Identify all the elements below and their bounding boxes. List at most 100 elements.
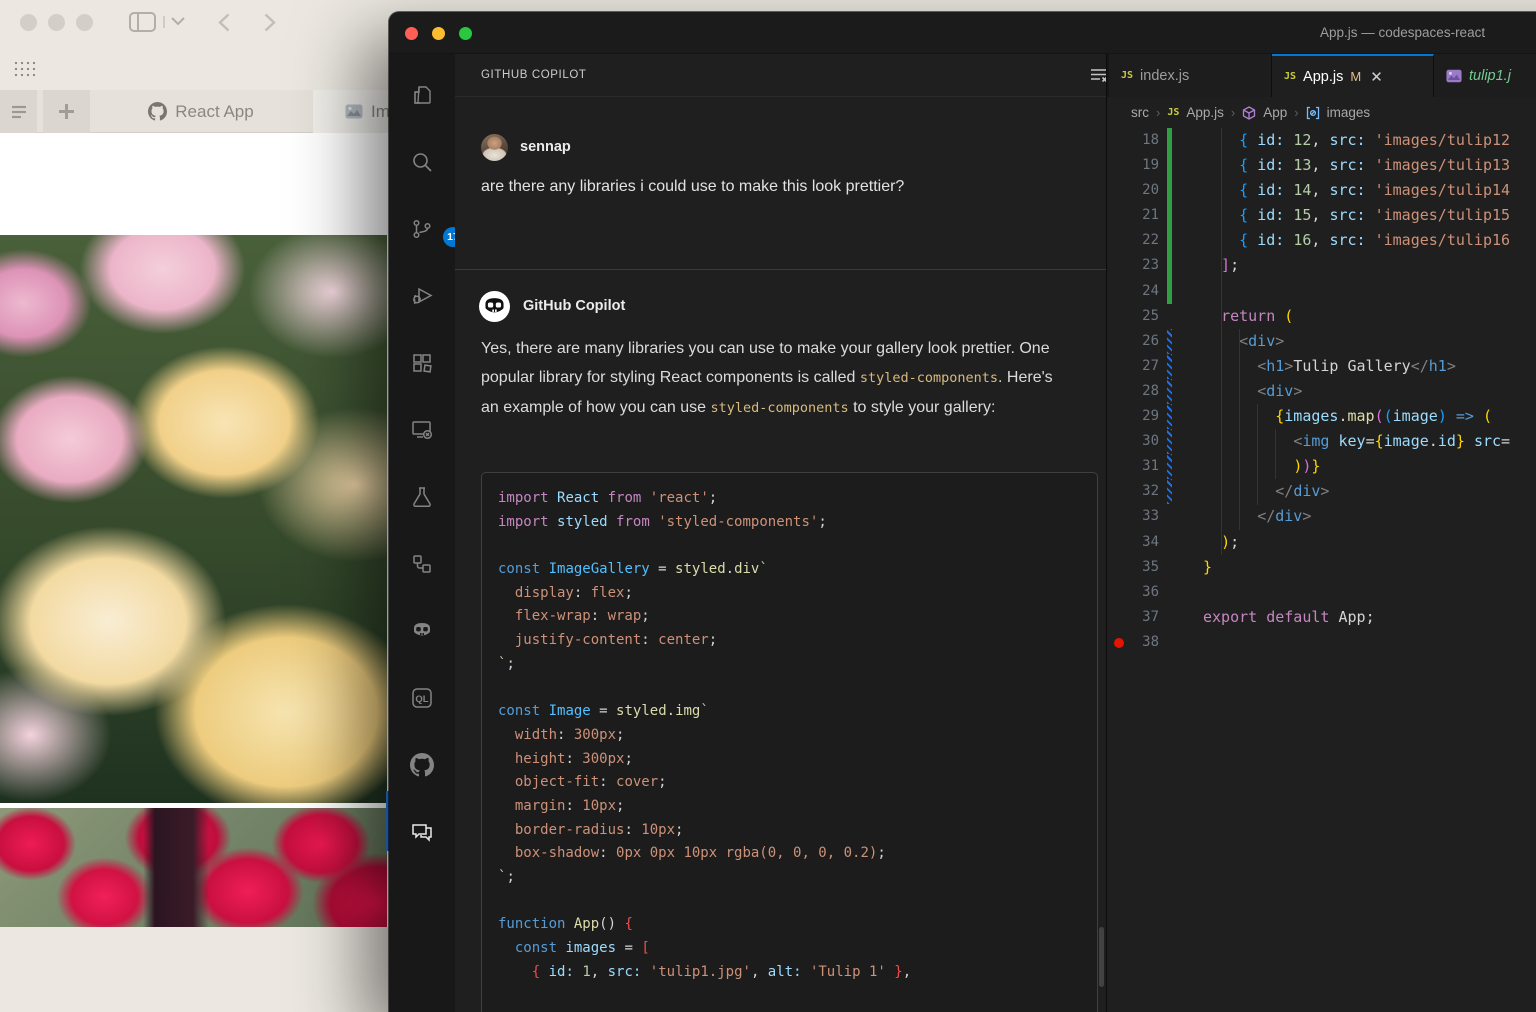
github-favicon [148,102,167,121]
sidebar-toggle-icon[interactable] [129,12,156,32]
chat-panel-header: GITHUB COPILOT [455,54,1106,97]
github-icon[interactable] [410,753,434,777]
safari-minimize-button[interactable] [48,14,65,31]
code-line: 24 [1107,279,1536,304]
breakpoint-gutter[interactable] [1107,479,1129,504]
remote-explorer-icon[interactable] [410,418,434,442]
breadcrumb-symbol[interactable]: images [1327,105,1371,120]
code-text: <h1>Tulip Gallery</h1> [1172,354,1536,379]
code-text: <div> [1172,379,1536,404]
line-number: 31 [1129,454,1159,479]
breakpoint-gutter[interactable] [1107,304,1129,329]
divider [163,16,165,28]
breakpoint-icon[interactable] [1107,630,1129,655]
vscode-minimize-button[interactable] [432,27,445,40]
breadcrumb[interactable]: src › JS App.js › App › images [1107,97,1536,128]
breakpoint-gutter[interactable] [1107,228,1129,253]
pinned-tab-list-button[interactable] [0,90,37,133]
code-text: { id: 14, src: 'images/tulip14 [1172,178,1536,203]
breakpoint-gutter[interactable] [1107,178,1129,203]
back-icon[interactable] [218,13,230,32]
tab-app-js[interactable]: JS App.js M ✕ [1272,54,1434,97]
breakpoint-gutter[interactable] [1107,605,1129,630]
line-number: 25 [1129,304,1159,329]
breadcrumb-file[interactable]: App.js [1186,105,1224,120]
breakpoint-gutter[interactable] [1107,530,1129,555]
breakpoint-gutter[interactable] [1107,379,1129,404]
breakpoint-gutter[interactable] [1107,153,1129,178]
breakpoint-gutter[interactable] [1107,504,1129,529]
code-line: `; [498,866,1081,890]
breakpoint-gutter[interactable] [1107,128,1129,153]
close-icon[interactable]: ✕ [1370,68,1383,86]
assistant-message: Yes, there are many libraries you can us… [481,334,1053,423]
code-line: import React from 'react'; [498,487,1081,511]
code-line: 22 { id: 16, src: 'images/tulip16 [1107,228,1536,253]
vscode-close-button[interactable] [405,27,418,40]
vscode-zoom-button[interactable] [459,27,472,40]
chevron-down-icon[interactable] [171,17,185,26]
breadcrumb-src[interactable]: src [1131,105,1149,120]
references-icon[interactable] [410,552,434,576]
safari-zoom-button[interactable] [76,14,93,31]
editor-tab-strip: JS index.js JS App.js M ✕ tulip1.j [1107,54,1536,97]
vscode-title-bar: App.js — codespaces-react [389,12,1536,54]
editor-code-area[interactable]: 18 { id: 12, src: 'images/tulip1219 { id… [1107,128,1536,655]
line-number: 32 [1129,479,1159,504]
breakpoint-gutter[interactable] [1107,555,1129,580]
breakpoint-gutter[interactable] [1107,354,1129,379]
grid-dots-icon[interactable] [13,60,35,79]
indent-guide [1221,128,1222,555]
line-number: 26 [1129,329,1159,354]
explorer-icon[interactable] [410,83,434,107]
tab-label: React App [175,102,253,122]
copilot-icon[interactable] [410,619,434,643]
code-line: { id: 1, src: 'tulip1.jpg', alt: 'Tulip … [498,961,1081,985]
tab-index-js[interactable]: JS index.js [1109,54,1272,97]
new-tab-button[interactable] [43,90,90,133]
code-line: 38 [1107,630,1536,655]
code-line: justify-content: center; [498,629,1081,653]
line-number: 20 [1129,178,1159,203]
extensions-icon[interactable] [410,351,434,375]
code-line: margin: 10px; [498,795,1081,819]
breakpoint-gutter[interactable] [1107,279,1129,304]
code-text: ]; [1172,253,1536,278]
breakpoint-gutter[interactable] [1107,580,1129,605]
breadcrumb-symbol[interactable]: App [1263,105,1287,120]
breakpoint-gutter[interactable] [1107,203,1129,228]
line-number: 23 [1129,253,1159,278]
breakpoint-gutter[interactable] [1107,253,1129,278]
code-line: function App() { [498,913,1081,937]
breakpoint-gutter[interactable] [1107,429,1129,454]
code-line [498,890,1081,914]
tab-tulip1[interactable]: tulip1.j [1434,54,1536,97]
chat-scrollbar[interactable] [1099,927,1104,987]
chat-icon[interactable] [410,820,434,844]
chevron-right-icon: › [1156,105,1160,120]
line-number: 33 [1129,504,1159,529]
code-text: { id: 16, src: 'images/tulip16 [1172,228,1536,253]
code-line: 34 ); [1107,530,1536,555]
source-control-icon[interactable]: 17 [410,217,434,241]
js-icon: JS [1121,70,1133,81]
breakpoint-gutter[interactable] [1107,404,1129,429]
run-debug-icon[interactable] [410,284,434,308]
codeql-icon[interactable]: QL [410,686,434,710]
line-number: 35 [1129,555,1159,580]
forward-icon[interactable] [264,13,276,32]
code-line: 33 </div> [1107,504,1536,529]
breakpoint-gutter[interactable] [1107,329,1129,354]
inline-code: styled-components [860,370,998,386]
js-icon: JS [1284,71,1296,82]
code-text: <div> [1172,329,1536,354]
tab-react-app[interactable]: React App [90,90,312,133]
safari-close-button[interactable] [20,14,37,31]
testing-beaker-icon[interactable] [410,485,434,509]
breakpoint-gutter[interactable] [1107,454,1129,479]
search-icon[interactable] [410,150,434,174]
tab-images[interactable]: Im [313,90,390,133]
code-text: export default App; [1172,605,1536,630]
svg-text:QL: QL [415,694,428,705]
tulip-photo-red [0,808,387,927]
